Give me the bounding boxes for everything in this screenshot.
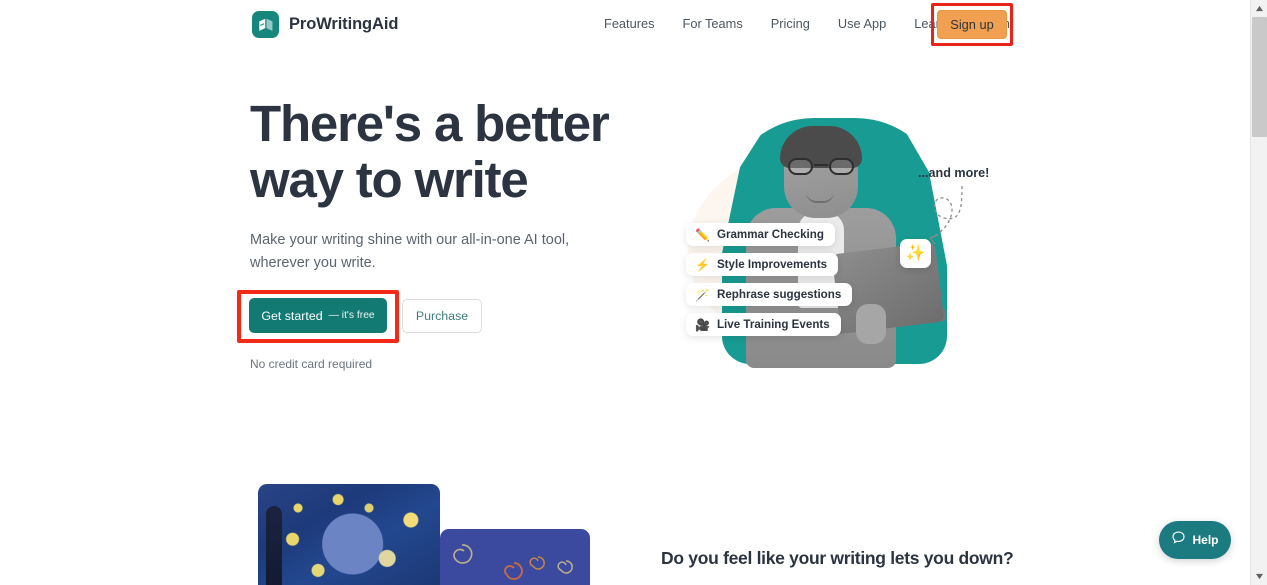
site-header: ProWritingAid Features For Teams Pricing… [0,0,1250,49]
feature-pill-list: ✏️ Grammar Checking ⚡ Style Improvements… [686,223,853,336]
nav-link-pricing[interactable]: Pricing [757,16,824,31]
sparkle-badge-icon: ✨ [900,239,931,268]
feature-label: Grammar Checking [716,228,824,241]
sign-up-button[interactable]: Sign up [937,10,1007,39]
book-pages-icon [252,11,279,38]
starry-night-painting [258,484,440,585]
feature-pill-grammar-checking: ✏️ Grammar Checking [686,223,835,246]
lower-section-heading: Do you feel like your writing lets you d… [661,548,1014,568]
nav-link-for-teams[interactable]: For Teams [669,16,757,31]
pencil-icon: ✏️ [695,227,710,242]
hero-title-line-2: way to write [250,151,529,208]
glasses-icon [788,158,854,175]
feature-pill-live-training-events: 🎥 Live Training Events [686,313,841,336]
hero-text-block: There's a better way to write Make your … [250,96,650,275]
page-root: ProWritingAid Features For Teams Pricing… [0,0,1267,585]
magic-wand-icon: 🪄 [695,287,710,302]
no-credit-card-note: No credit card required [250,357,373,371]
get-started-sublabel: — it's free [328,310,375,321]
page-scrollbar[interactable] [1250,0,1267,585]
page-title: There's a better way to write [250,96,650,208]
doodle-swirls-icon [453,544,573,580]
hero-illustration: ...and more! ✨ ✏️ Grammar Checking ⚡ Sty… [660,100,1005,380]
feature-label: Live Training Events [716,318,830,331]
feature-label: Style Improvements [716,258,828,271]
help-widget-label: Help [1192,533,1219,547]
brand-logo-link[interactable]: ProWritingAid [252,11,398,38]
scrollbar-up-arrow[interactable] [1251,0,1267,17]
hero-subtitle-line-2: wherever you write. [250,255,376,271]
person-hand [856,304,886,344]
get-started-button[interactable]: Get started — it's free [249,298,387,333]
hero-subtitle: Make your writing shine with our all-in-… [250,229,570,275]
purchase-button[interactable]: Purchase [402,298,482,333]
feature-pill-style-improvements: ⚡ Style Improvements [686,253,839,276]
scrollbar-thumb[interactable] [1252,17,1267,137]
get-started-label: Get started [261,308,323,323]
blue-doodle-card [440,529,590,585]
nav-link-features[interactable]: Features [604,16,669,31]
feature-pill-rephrase-suggestions: 🪄 Rephrase suggestions [686,283,853,306]
hero-cta-row: Get started — it's free Purchase [249,298,482,333]
and-more-callout: ...and more! [918,166,990,180]
lightning-bolt-icon: ⚡ [695,257,710,272]
nav-link-use-app[interactable]: Use App [824,16,900,31]
chat-bubble-icon [1171,530,1186,550]
movie-camera-icon: 🎥 [695,317,710,332]
feature-label: Rephrase suggestions [716,288,842,301]
hero-subtitle-line-1: Make your writing shine with our all-in-… [250,232,570,248]
hero-title-line-1: There's a better [250,95,610,152]
brand-name: ProWritingAid [289,15,399,33]
cypress-tower-shape [266,506,282,585]
help-widget-button[interactable]: Help [1159,521,1231,559]
scrollbar-down-arrow[interactable] [1251,568,1267,585]
